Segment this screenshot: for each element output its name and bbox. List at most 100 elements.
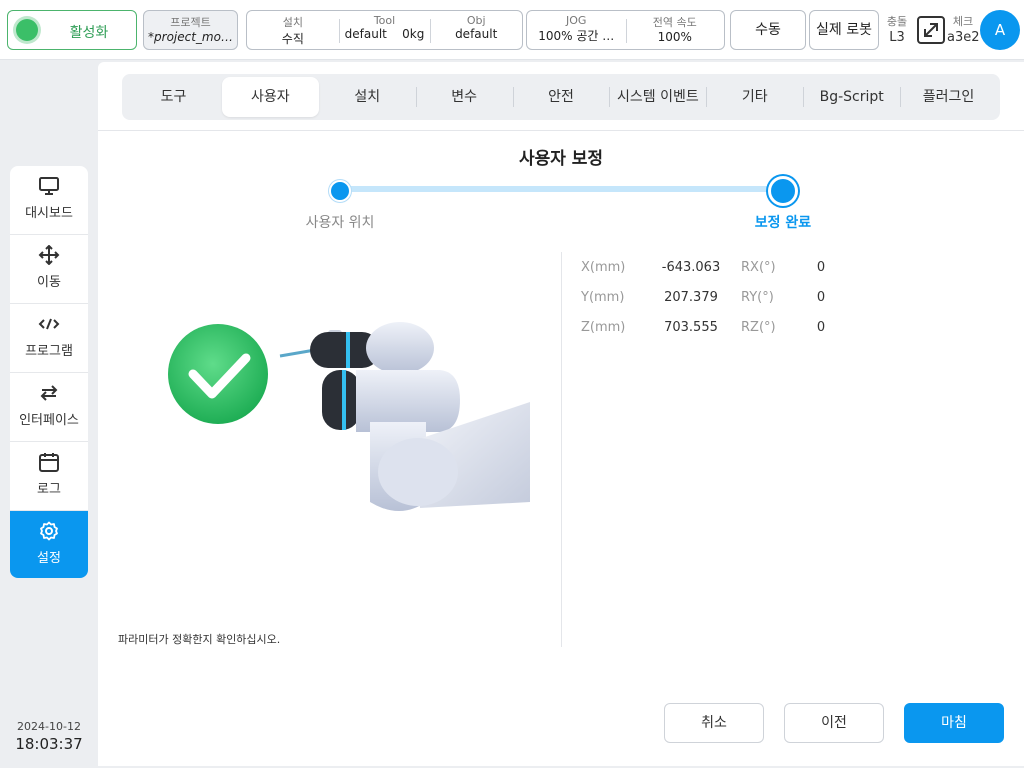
coord-row-x: X(mm) -643.063 RX(°) 0	[581, 252, 841, 282]
checksum: 체크 a3e2	[947, 14, 980, 46]
sidebar-item-settings[interactable]: 설정	[10, 511, 88, 578]
top-bar: 활성화 프로젝트 *project_mo… 설치 수직 Tool default…	[0, 0, 1024, 60]
calendar-icon	[39, 453, 59, 472]
ry-value: 0	[816, 289, 826, 305]
move-arrows-icon	[38, 245, 60, 265]
rx-label: RX(°)	[741, 259, 776, 275]
rz-value: 0	[816, 319, 826, 335]
sidebar-item-label: 대시보드	[25, 206, 73, 221]
tab-install[interactable]: 설치	[319, 77, 416, 117]
power-status-icon	[16, 19, 38, 41]
coord-row-z: Z(mm) 703.555 RZ(°) 0	[581, 312, 841, 342]
sidebar-item-move[interactable]: 이동	[10, 235, 88, 304]
cancel-button[interactable]: 취소	[664, 703, 764, 743]
enable-button[interactable]: 활성화	[7, 10, 137, 50]
coord-row-y: Y(mm) 207.379 RY(°) 0	[581, 282, 841, 312]
code-icon	[38, 318, 60, 330]
tab-plugins[interactable]: 플러그인	[900, 77, 997, 117]
gear-icon	[40, 521, 58, 541]
x-value: -643.063	[661, 259, 721, 275]
tab-system-events[interactable]: 시스템 이벤트	[609, 77, 706, 117]
step-1-marker	[329, 180, 351, 202]
user-avatar[interactable]: A	[980, 10, 1020, 50]
install-tool-obj-panel[interactable]: 설치 수직 Tool default 0kg Obj default	[246, 10, 523, 50]
step-progress-track	[340, 186, 784, 192]
sidebar-item-label: 프로그램	[25, 344, 73, 359]
manual-mode-button[interactable]: 수동	[730, 10, 806, 50]
collision-value: L3	[889, 30, 905, 45]
sidebar: 대시보드 이동 프로그램 인터페이스 로그 설정	[10, 166, 88, 578]
check-value: a3e2	[947, 30, 980, 45]
tool-head: Tool	[373, 14, 396, 27]
panel-divider	[561, 252, 562, 647]
clock-time: 18:03:37	[15, 735, 83, 753]
install-cell[interactable]: 설치 수직	[247, 11, 339, 49]
obj-cell[interactable]: Obj default	[430, 11, 522, 49]
settings-tabs: 도구 사용자 설치 변수 안전 시스템 이벤트 기타 Bg-Script 플러그…	[122, 74, 1000, 120]
jog-cell[interactable]: JOG 100% 공간 …	[527, 11, 626, 49]
sidebar-item-interface[interactable]: 인터페이스	[10, 373, 88, 442]
settings-panel: 도구 사용자 설치 변수 안전 시스템 이벤트 기타 Bg-Script 플러그…	[98, 62, 1024, 766]
jog-speed-panel[interactable]: JOG 100% 공간 … 전역 속도 100%	[526, 10, 725, 50]
sidebar-item-label: 설정	[37, 551, 61, 566]
check-head: 체크	[952, 15, 974, 28]
step-2-marker	[768, 176, 798, 206]
speed-cell[interactable]: 전역 속도 100%	[625, 11, 725, 49]
obj-value: default	[455, 27, 498, 41]
sidebar-item-dashboard[interactable]: 대시보드	[10, 166, 88, 235]
swap-arrows-icon	[40, 385, 58, 401]
speed-head: 전역 속도	[652, 16, 697, 29]
enable-label: 활성화	[69, 25, 109, 41]
obj-head: Obj	[466, 14, 486, 27]
step-1-label: 사용자 위치	[305, 215, 375, 231]
tool-value: default	[344, 27, 387, 41]
z-value: 703.555	[664, 319, 718, 335]
sidebar-item-log[interactable]: 로그	[10, 442, 88, 511]
install-value: 수직	[281, 32, 304, 46]
expand-icon[interactable]	[916, 15, 946, 45]
calibration-coordinates: X(mm) -643.063 RX(°) 0 Y(mm) 207.379 RY(…	[581, 252, 841, 342]
y-label: Y(mm)	[581, 289, 625, 305]
finish-button[interactable]: 마침	[904, 703, 1004, 743]
robot-calibration-illustration	[168, 322, 530, 511]
tool-weight: 0kg	[402, 27, 425, 41]
speed-value: 100%	[657, 30, 692, 44]
tab-bg-script[interactable]: Bg-Script	[803, 77, 900, 117]
collision-head: 충돌	[886, 15, 908, 28]
jog-value: 100% 공간 …	[538, 29, 615, 43]
clock-date: 2024-10-12	[17, 720, 81, 733]
success-check-icon	[168, 324, 268, 424]
previous-button[interactable]: 이전	[784, 703, 884, 743]
collision-level: 충돌 L3	[884, 14, 910, 46]
page-title: 사용자 보정	[518, 149, 604, 169]
z-label: Z(mm)	[581, 319, 626, 335]
ry-label: RY(°)	[741, 289, 774, 305]
project-value: *project_mo…	[148, 30, 233, 44]
real-robot-button[interactable]: 실제 로봇	[809, 10, 879, 50]
robot-arm-icon	[279, 322, 530, 511]
confirm-hint-text: 파라미터가 정확한지 확인하십시오.	[118, 633, 281, 646]
tab-variables[interactable]: 변수	[415, 77, 513, 117]
tool-value-row: default 0kg	[339, 27, 431, 41]
tool-cell[interactable]: Tool default 0kg	[338, 11, 431, 49]
sidebar-item-label: 인터페이스	[19, 413, 79, 428]
install-head: 설치	[282, 16, 303, 29]
tab-divider	[98, 130, 1024, 131]
x-label: X(mm)	[581, 259, 626, 275]
rz-label: RZ(°)	[741, 319, 776, 335]
sidebar-item-program[interactable]: 프로그램	[10, 304, 88, 373]
project-selector[interactable]: 프로젝트 *project_mo…	[143, 10, 238, 50]
rx-value: 0	[816, 259, 826, 275]
tab-tool[interactable]: 도구	[125, 77, 222, 117]
step-2-label: 보정 완료	[754, 215, 812, 231]
monitor-icon	[39, 177, 59, 195]
tab-user[interactable]: 사용자	[221, 77, 319, 117]
clock: 2024-10-12 18:03:37	[10, 720, 88, 753]
project-head: 프로젝트	[170, 16, 211, 29]
sidebar-item-label: 이동	[37, 275, 61, 290]
tab-other[interactable]: 기타	[706, 77, 803, 117]
tab-safety[interactable]: 안전	[512, 77, 610, 117]
sidebar-item-label: 로그	[37, 482, 61, 497]
y-value: 207.379	[664, 289, 718, 305]
jog-head: JOG	[566, 14, 587, 27]
